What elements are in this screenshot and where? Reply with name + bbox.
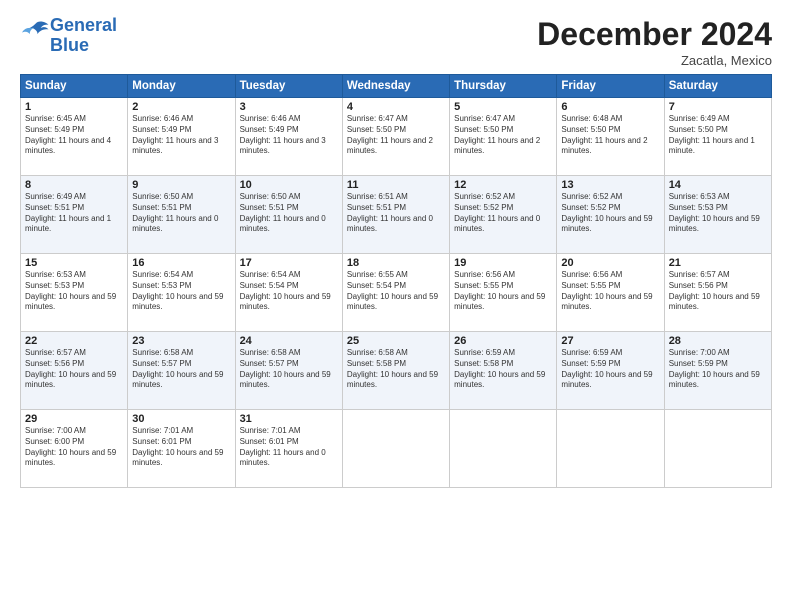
week-row-1: 1Sunrise: 6:45 AMSunset: 5:49 PMDaylight… xyxy=(21,98,772,176)
table-row: 7Sunrise: 6:49 AMSunset: 5:50 PMDaylight… xyxy=(664,98,771,176)
table-row xyxy=(450,410,557,488)
col-thursday: Thursday xyxy=(450,75,557,98)
col-wednesday: Wednesday xyxy=(342,75,449,98)
header: General Blue December 2024 Zacatla, Mexi… xyxy=(20,16,772,68)
table-row: 1Sunrise: 6:45 AMSunset: 5:49 PMDaylight… xyxy=(21,98,128,176)
table-row: 8Sunrise: 6:49 AMSunset: 5:51 PMDaylight… xyxy=(21,176,128,254)
table-row: 20Sunrise: 6:56 AMSunset: 5:55 PMDayligh… xyxy=(557,254,664,332)
col-sunday: Sunday xyxy=(21,75,128,98)
week-row-2: 8Sunrise: 6:49 AMSunset: 5:51 PMDaylight… xyxy=(21,176,772,254)
table-row: 12Sunrise: 6:52 AMSunset: 5:52 PMDayligh… xyxy=(450,176,557,254)
table-row: 13Sunrise: 6:52 AMSunset: 5:52 PMDayligh… xyxy=(557,176,664,254)
logo-bird-icon xyxy=(22,20,50,42)
table-row: 15Sunrise: 6:53 AMSunset: 5:53 PMDayligh… xyxy=(21,254,128,332)
week-row-4: 22Sunrise: 6:57 AMSunset: 5:56 PMDayligh… xyxy=(21,332,772,410)
table-row: 26Sunrise: 6:59 AMSunset: 5:58 PMDayligh… xyxy=(450,332,557,410)
table-row: 29Sunrise: 7:00 AMSunset: 6:00 PMDayligh… xyxy=(21,410,128,488)
table-row xyxy=(664,410,771,488)
week-row-5: 29Sunrise: 7:00 AMSunset: 6:00 PMDayligh… xyxy=(21,410,772,488)
table-row: 19Sunrise: 6:56 AMSunset: 5:55 PMDayligh… xyxy=(450,254,557,332)
table-row: 5Sunrise: 6:47 AMSunset: 5:50 PMDaylight… xyxy=(450,98,557,176)
table-row: 27Sunrise: 6:59 AMSunset: 5:59 PMDayligh… xyxy=(557,332,664,410)
table-row: 30Sunrise: 7:01 AMSunset: 6:01 PMDayligh… xyxy=(128,410,235,488)
table-row: 9Sunrise: 6:50 AMSunset: 5:51 PMDaylight… xyxy=(128,176,235,254)
table-row: 31Sunrise: 7:01 AMSunset: 6:01 PMDayligh… xyxy=(235,410,342,488)
table-row: 16Sunrise: 6:54 AMSunset: 5:53 PMDayligh… xyxy=(128,254,235,332)
table-row: 17Sunrise: 6:54 AMSunset: 5:54 PMDayligh… xyxy=(235,254,342,332)
header-row: Sunday Monday Tuesday Wednesday Thursday… xyxy=(21,75,772,98)
table-row: 2Sunrise: 6:46 AMSunset: 5:49 PMDaylight… xyxy=(128,98,235,176)
calendar-page: General Blue December 2024 Zacatla, Mexi… xyxy=(0,0,792,612)
location-subtitle: Zacatla, Mexico xyxy=(537,53,772,68)
table-row xyxy=(557,410,664,488)
logo-text-blue: Blue xyxy=(50,36,117,56)
table-row: 28Sunrise: 7:00 AMSunset: 5:59 PMDayligh… xyxy=(664,332,771,410)
table-row: 6Sunrise: 6:48 AMSunset: 5:50 PMDaylight… xyxy=(557,98,664,176)
table-row: 24Sunrise: 6:58 AMSunset: 5:57 PMDayligh… xyxy=(235,332,342,410)
col-friday: Friday xyxy=(557,75,664,98)
table-row: 3Sunrise: 6:46 AMSunset: 5:49 PMDaylight… xyxy=(235,98,342,176)
col-saturday: Saturday xyxy=(664,75,771,98)
logo-text-general: General xyxy=(50,16,117,36)
table-row: 14Sunrise: 6:53 AMSunset: 5:53 PMDayligh… xyxy=(664,176,771,254)
table-row: 22Sunrise: 6:57 AMSunset: 5:56 PMDayligh… xyxy=(21,332,128,410)
logo: General Blue xyxy=(20,16,117,56)
calendar-table: Sunday Monday Tuesday Wednesday Thursday… xyxy=(20,74,772,488)
table-row xyxy=(342,410,449,488)
table-row: 18Sunrise: 6:55 AMSunset: 5:54 PMDayligh… xyxy=(342,254,449,332)
table-row: 25Sunrise: 6:58 AMSunset: 5:58 PMDayligh… xyxy=(342,332,449,410)
col-monday: Monday xyxy=(128,75,235,98)
table-row: 10Sunrise: 6:50 AMSunset: 5:51 PMDayligh… xyxy=(235,176,342,254)
col-tuesday: Tuesday xyxy=(235,75,342,98)
table-row: 23Sunrise: 6:58 AMSunset: 5:57 PMDayligh… xyxy=(128,332,235,410)
month-title: December 2024 xyxy=(537,16,772,53)
table-row: 21Sunrise: 6:57 AMSunset: 5:56 PMDayligh… xyxy=(664,254,771,332)
table-row: 11Sunrise: 6:51 AMSunset: 5:51 PMDayligh… xyxy=(342,176,449,254)
title-block: December 2024 Zacatla, Mexico xyxy=(537,16,772,68)
week-row-3: 15Sunrise: 6:53 AMSunset: 5:53 PMDayligh… xyxy=(21,254,772,332)
table-row: 4Sunrise: 6:47 AMSunset: 5:50 PMDaylight… xyxy=(342,98,449,176)
